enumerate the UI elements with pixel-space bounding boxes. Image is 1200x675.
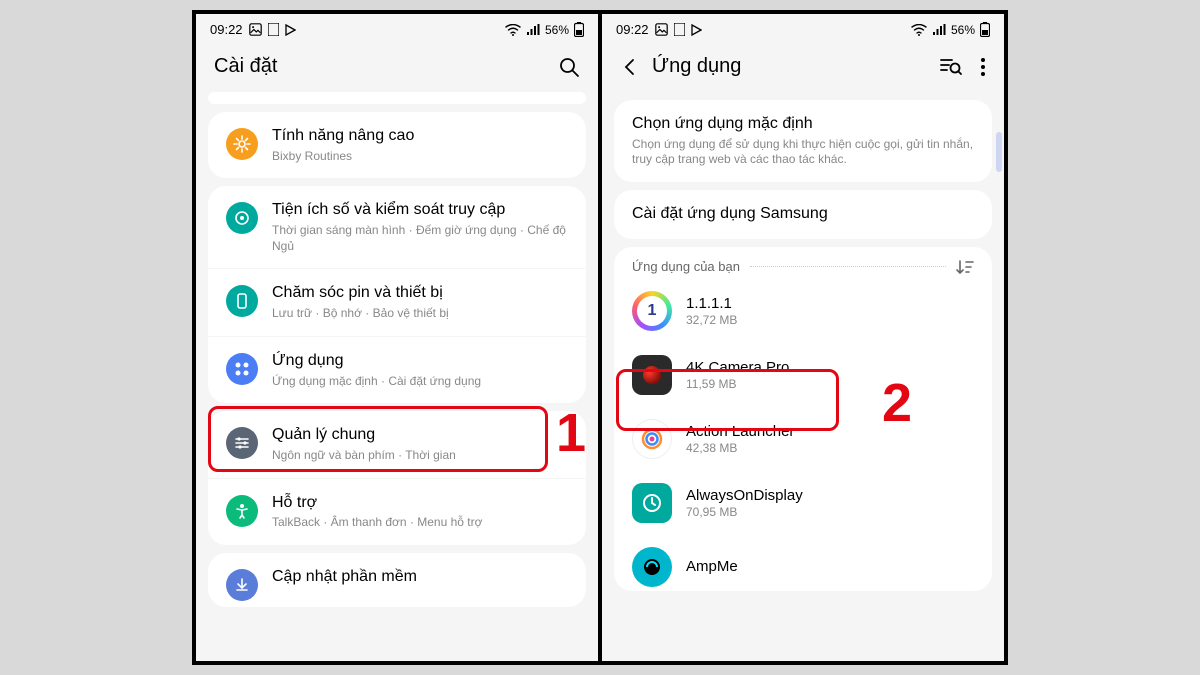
row-general[interactable]: Quản lý chung Ngôn ngữ và bàn phím · Thờ… bbox=[208, 411, 586, 477]
more-icon[interactable] bbox=[980, 57, 986, 77]
header: Cài đặt bbox=[196, 45, 598, 92]
filter-search-icon[interactable] bbox=[940, 57, 962, 77]
wifi-icon bbox=[911, 24, 927, 36]
app-sub: 42,38 MB bbox=[686, 441, 794, 455]
row-title: Cập nhật phần mềm bbox=[272, 567, 568, 588]
wifi-icon bbox=[505, 24, 521, 36]
play-icon bbox=[691, 24, 702, 36]
app-icon-action bbox=[632, 419, 672, 459]
gallery-icon bbox=[249, 23, 262, 36]
signal-icon bbox=[526, 24, 540, 36]
row-sub: Thời gian sáng màn hình · Đếm giờ ứng dụ… bbox=[272, 223, 568, 254]
row-apps[interactable]: Ứng dụng Ứng dụng mặc định · Cài đặt ứng… bbox=[208, 336, 586, 403]
play-icon bbox=[285, 24, 296, 36]
notification-icon bbox=[674, 23, 685, 36]
app-sub: 11,59 MB bbox=[686, 377, 789, 391]
row-title: Hỗ trợ bbox=[272, 493, 568, 514]
app-title: AmpMe bbox=[686, 558, 738, 575]
battery-icon bbox=[980, 22, 990, 37]
battery-percent: 56% bbox=[951, 23, 975, 37]
app-icon-clock bbox=[632, 483, 672, 523]
row-title: Tiện ích số và kiểm soát truy cập bbox=[272, 200, 568, 221]
settings-card-4: Cập nhật phần mềm bbox=[208, 553, 586, 607]
app-actionlauncher[interactable]: Action Launcher 42,38 MB bbox=[614, 407, 992, 471]
row-sub: Bixby Routines bbox=[272, 149, 568, 165]
app-4kcamera[interactable]: 4K Camera Pro 11,59 MB bbox=[614, 343, 992, 407]
row-sub: Lưu trữ · Bộ nhớ · Bảo vệ thiết bị bbox=[272, 306, 568, 322]
row-sub: TalkBack · Âm thanh đơn · Menu hỗ trợ bbox=[272, 515, 568, 531]
sliders-icon bbox=[226, 427, 258, 459]
device-care-icon bbox=[226, 285, 258, 317]
signal-icon bbox=[932, 24, 946, 36]
app-title: AlwaysOnDisplay bbox=[686, 487, 803, 504]
samsung-apps-card[interactable]: Cài đặt ứng dụng Samsung bbox=[614, 190, 992, 239]
app-icon-amp bbox=[632, 547, 672, 587]
card-peek bbox=[208, 92, 586, 104]
app-title: Action Launcher bbox=[686, 423, 794, 440]
page-title: Cài đặt bbox=[214, 55, 558, 78]
battery-icon bbox=[574, 22, 584, 37]
sort-icon[interactable] bbox=[956, 259, 974, 275]
row-title: Chăm sóc pin và thiết bị bbox=[272, 283, 568, 304]
settings-card-3: Quản lý chung Ngôn ngữ và bàn phím · Thờ… bbox=[208, 411, 586, 545]
row-update[interactable]: Cập nhật phần mềm bbox=[208, 553, 586, 607]
battery-percent: 56% bbox=[545, 23, 569, 37]
app-title: 4K Camera Pro bbox=[686, 359, 789, 376]
settings-card-1: Tính năng nâng cao Bixby Routines bbox=[208, 112, 586, 178]
row-sub: Ứng dụng mặc định · Cài đặt ứng dụng bbox=[272, 374, 568, 390]
app-sub: 70,95 MB bbox=[686, 505, 803, 519]
row-accessibility[interactable]: Hỗ trợ TalkBack · Âm thanh đơn · Menu hỗ… bbox=[208, 478, 586, 545]
status-time: 09:22 bbox=[210, 22, 243, 37]
row-title: Quản lý chung bbox=[272, 425, 568, 446]
row-battery-care[interactable]: Chăm sóc pin và thiết bị Lưu trữ · Bộ nh… bbox=[208, 268, 586, 335]
back-icon[interactable] bbox=[620, 57, 640, 77]
row-title: Ứng dụng bbox=[272, 351, 568, 372]
row-sub: Ngôn ngữ và bàn phím · Thời gian bbox=[272, 448, 568, 464]
scrollbar[interactable] bbox=[996, 132, 1002, 172]
app-sub: 32,72 MB bbox=[686, 313, 737, 327]
download-icon bbox=[226, 569, 258, 601]
row-digital-wellbeing[interactable]: Tiện ích số và kiểm soát truy cập Thời g… bbox=[208, 186, 586, 268]
card-sub: Chọn ứng dụng để sử dụng khi thực hiện c… bbox=[632, 137, 974, 168]
row-title: Tính năng nâng cao bbox=[272, 126, 568, 147]
app-icon-camera bbox=[632, 355, 672, 395]
notification-icon bbox=[268, 23, 279, 36]
app-alwayson[interactable]: AlwaysOnDisplay 70,95 MB bbox=[614, 471, 992, 535]
app-icon-1111: 1 bbox=[632, 291, 672, 331]
apps-list-card: Ứng dụng của bạn 1 1.1.1.1 32,72 MB 4K C… bbox=[614, 247, 992, 591]
apps-icon bbox=[226, 353, 258, 385]
gear-icon bbox=[226, 128, 258, 160]
card-title: Chọn ứng dụng mặc định bbox=[632, 114, 974, 135]
apps-list-screen: 09:22 56% Ứng dụng Chọn ứng dụng mặc địn… bbox=[598, 14, 1004, 661]
app-title: 1.1.1.1 bbox=[686, 295, 737, 312]
status-bar: 09:22 56% bbox=[196, 14, 598, 45]
card-title: Cài đặt ứng dụng Samsung bbox=[632, 204, 974, 225]
header: Ứng dụng bbox=[602, 45, 1004, 92]
status-bar: 09:22 56% bbox=[602, 14, 1004, 45]
app-1111[interactable]: 1 1.1.1.1 32,72 MB bbox=[614, 279, 992, 343]
gallery-icon bbox=[655, 23, 668, 36]
wellbeing-icon bbox=[226, 202, 258, 234]
apps-section-header: Ứng dụng của bạn bbox=[614, 247, 992, 279]
page-title: Ứng dụng bbox=[652, 55, 940, 78]
section-label: Ứng dụng của bạn bbox=[632, 259, 740, 274]
accessibility-icon bbox=[226, 495, 258, 527]
app-ampme[interactable]: AmpMe bbox=[614, 535, 992, 591]
row-advanced[interactable]: Tính năng nâng cao Bixby Routines bbox=[208, 112, 586, 178]
settings-card-2: Tiện ích số và kiểm soát truy cập Thời g… bbox=[208, 186, 586, 403]
status-time: 09:22 bbox=[616, 22, 649, 37]
default-apps-card[interactable]: Chọn ứng dụng mặc định Chọn ứng dụng để … bbox=[614, 100, 992, 182]
search-icon[interactable] bbox=[558, 56, 580, 78]
settings-main-screen: 09:22 56% Cài đặt Tính năng nâng cao Bix… bbox=[196, 14, 598, 661]
